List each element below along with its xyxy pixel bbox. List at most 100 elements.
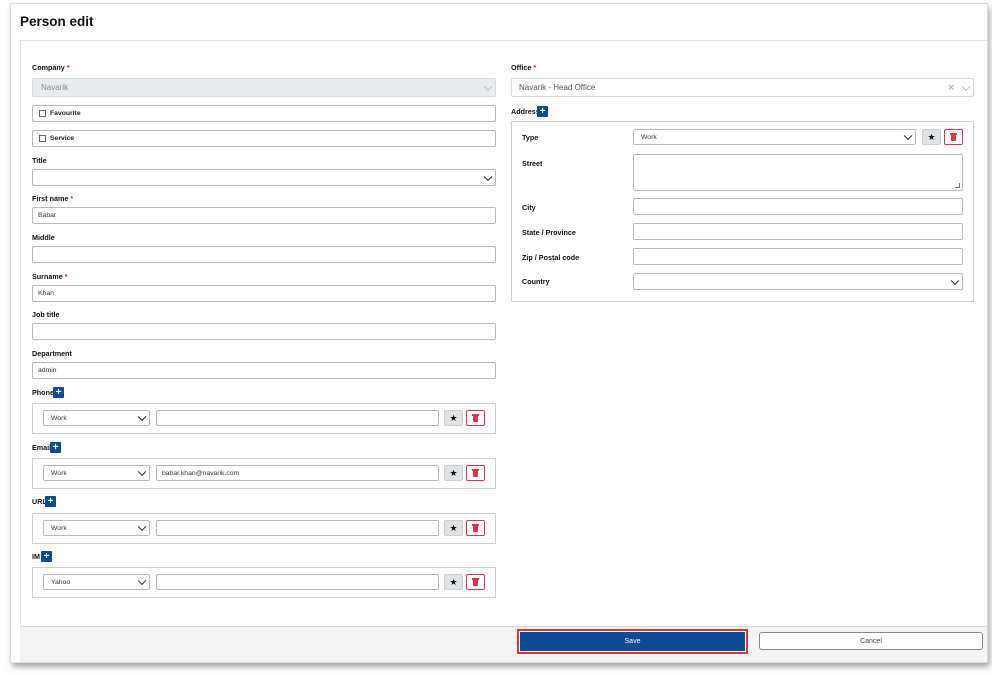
job-title-input[interactable] xyxy=(32,323,496,340)
url-type-value: Work xyxy=(51,524,67,532)
trash-icon xyxy=(472,469,479,477)
country-label: Country xyxy=(522,277,550,286)
phone-row: Work ★ xyxy=(32,403,496,434)
company-value: Navarik xyxy=(41,83,69,92)
surname-label: Surname * xyxy=(32,272,68,281)
phone-type-value: Work xyxy=(51,414,67,422)
form-content: Company * Navarik Favourite Service Titl… xyxy=(20,41,987,626)
im-label: IM xyxy=(32,552,40,561)
service-label: Service xyxy=(50,135,75,142)
page-title: Person edit xyxy=(20,14,94,29)
im-row: Yahoo ★ xyxy=(32,567,496,598)
email-type-select[interactable]: Work xyxy=(43,465,150,481)
email-row: Work babar.khan@navarik.com ★ xyxy=(32,458,496,489)
city-label: City xyxy=(522,203,536,212)
street-textarea[interactable] xyxy=(633,154,963,191)
person-edit-window: Person edit Company * Navarik Favourite … xyxy=(10,3,988,663)
state-label: State / Province xyxy=(522,228,576,237)
service-checkbox[interactable] xyxy=(39,135,46,142)
star-icon: ★ xyxy=(449,577,458,587)
first-name-input[interactable]: Babar xyxy=(32,207,496,224)
service-checkbox-row[interactable]: Service xyxy=(32,130,496,147)
im-input[interactable] xyxy=(156,574,439,590)
address-box: Type Work ★ Street City State / Province… xyxy=(511,121,974,302)
trash-icon xyxy=(472,578,479,586)
url-type-select[interactable]: Work xyxy=(43,520,150,536)
favourite-label: Favourite xyxy=(50,110,81,117)
first-name-value: Babar xyxy=(38,212,57,219)
clear-icon[interactable]: ✕ xyxy=(947,82,955,93)
state-input[interactable] xyxy=(633,223,963,240)
email-primary-button[interactable]: ★ xyxy=(444,465,463,481)
middle-label: Middle xyxy=(32,233,55,242)
favourite-checkbox[interactable] xyxy=(39,110,46,117)
phone-label: Phone xyxy=(32,388,54,397)
phone-type-select[interactable]: Work xyxy=(43,410,150,426)
job-title-label: Job title xyxy=(32,310,60,319)
first-name-label: First name * xyxy=(32,194,74,203)
chevron-down-icon xyxy=(961,82,971,91)
chevron-down-icon xyxy=(137,412,147,422)
url-primary-button[interactable]: ★ xyxy=(444,520,463,536)
trash-icon xyxy=(472,414,479,422)
company-select: Navarik xyxy=(32,78,496,97)
email-type-value: Work xyxy=(51,469,67,477)
chevron-down-icon xyxy=(483,172,493,181)
city-input[interactable] xyxy=(633,198,963,215)
middle-input[interactable] xyxy=(32,246,496,263)
department-label: Department xyxy=(32,349,72,358)
office-label: Office * xyxy=(511,63,537,72)
phone-delete-button[interactable] xyxy=(466,410,485,426)
trash-icon xyxy=(472,524,479,532)
chevron-down-icon xyxy=(903,131,913,141)
phone-primary-button[interactable]: ★ xyxy=(444,410,463,426)
im-primary-button[interactable]: ★ xyxy=(444,574,463,590)
add-address-button[interactable]: + xyxy=(537,106,548,117)
save-button[interactable]: Save xyxy=(517,629,748,654)
phone-input[interactable] xyxy=(156,410,439,426)
favourite-checkbox-row[interactable]: Favourite xyxy=(32,105,496,122)
chevron-down-icon xyxy=(137,467,147,477)
address-delete-button[interactable] xyxy=(944,129,963,145)
form-footer: Save Cancel xyxy=(20,626,987,662)
address-type-value: Work xyxy=(641,133,657,141)
add-url-button[interactable]: + xyxy=(45,496,56,507)
trash-icon xyxy=(950,133,957,141)
im-delete-button[interactable] xyxy=(466,574,485,590)
url-row: Work ★ xyxy=(32,513,496,544)
title-select[interactable] xyxy=(32,169,496,186)
resize-handle-icon[interactable] xyxy=(955,183,960,188)
cancel-button[interactable]: Cancel xyxy=(759,632,983,650)
im-type-select[interactable]: Yahoo xyxy=(43,574,150,590)
country-select[interactable] xyxy=(633,273,963,290)
star-icon: ★ xyxy=(449,468,458,478)
add-im-button[interactable]: + xyxy=(41,551,52,562)
address-label: Address xyxy=(511,107,540,116)
address-type-label: Type xyxy=(522,133,539,142)
zip-input[interactable] xyxy=(633,248,963,265)
chevron-down-icon xyxy=(950,276,960,285)
email-input[interactable]: babar.khan@navarik.com xyxy=(156,465,439,481)
office-value: Navarik - Head Office xyxy=(519,83,596,92)
address-type-select[interactable]: Work xyxy=(633,129,916,145)
email-delete-button[interactable] xyxy=(466,465,485,481)
add-email-button[interactable]: + xyxy=(50,442,61,453)
email-label: Email xyxy=(32,443,52,452)
surname-value: Khan xyxy=(38,290,54,297)
chevron-down-icon xyxy=(483,82,493,91)
street-label: Street xyxy=(522,159,543,168)
im-type-value: Yahoo xyxy=(51,578,71,586)
email-value: babar.khan@navarik.com xyxy=(162,469,240,477)
office-select[interactable]: Navarik - Head Office ✕ xyxy=(511,78,974,97)
add-phone-button[interactable]: + xyxy=(53,387,64,398)
chevron-down-icon xyxy=(137,576,147,586)
address-primary-button[interactable]: ★ xyxy=(922,129,941,145)
star-icon: ★ xyxy=(927,132,936,142)
url-input[interactable] xyxy=(156,520,439,536)
url-delete-button[interactable] xyxy=(466,520,485,536)
zip-label: Zip / Postal code xyxy=(522,253,580,262)
surname-input[interactable]: Khan xyxy=(32,285,496,302)
star-icon: ★ xyxy=(449,523,458,533)
department-input[interactable]: admin xyxy=(32,362,496,379)
company-label: Company * xyxy=(32,63,70,72)
